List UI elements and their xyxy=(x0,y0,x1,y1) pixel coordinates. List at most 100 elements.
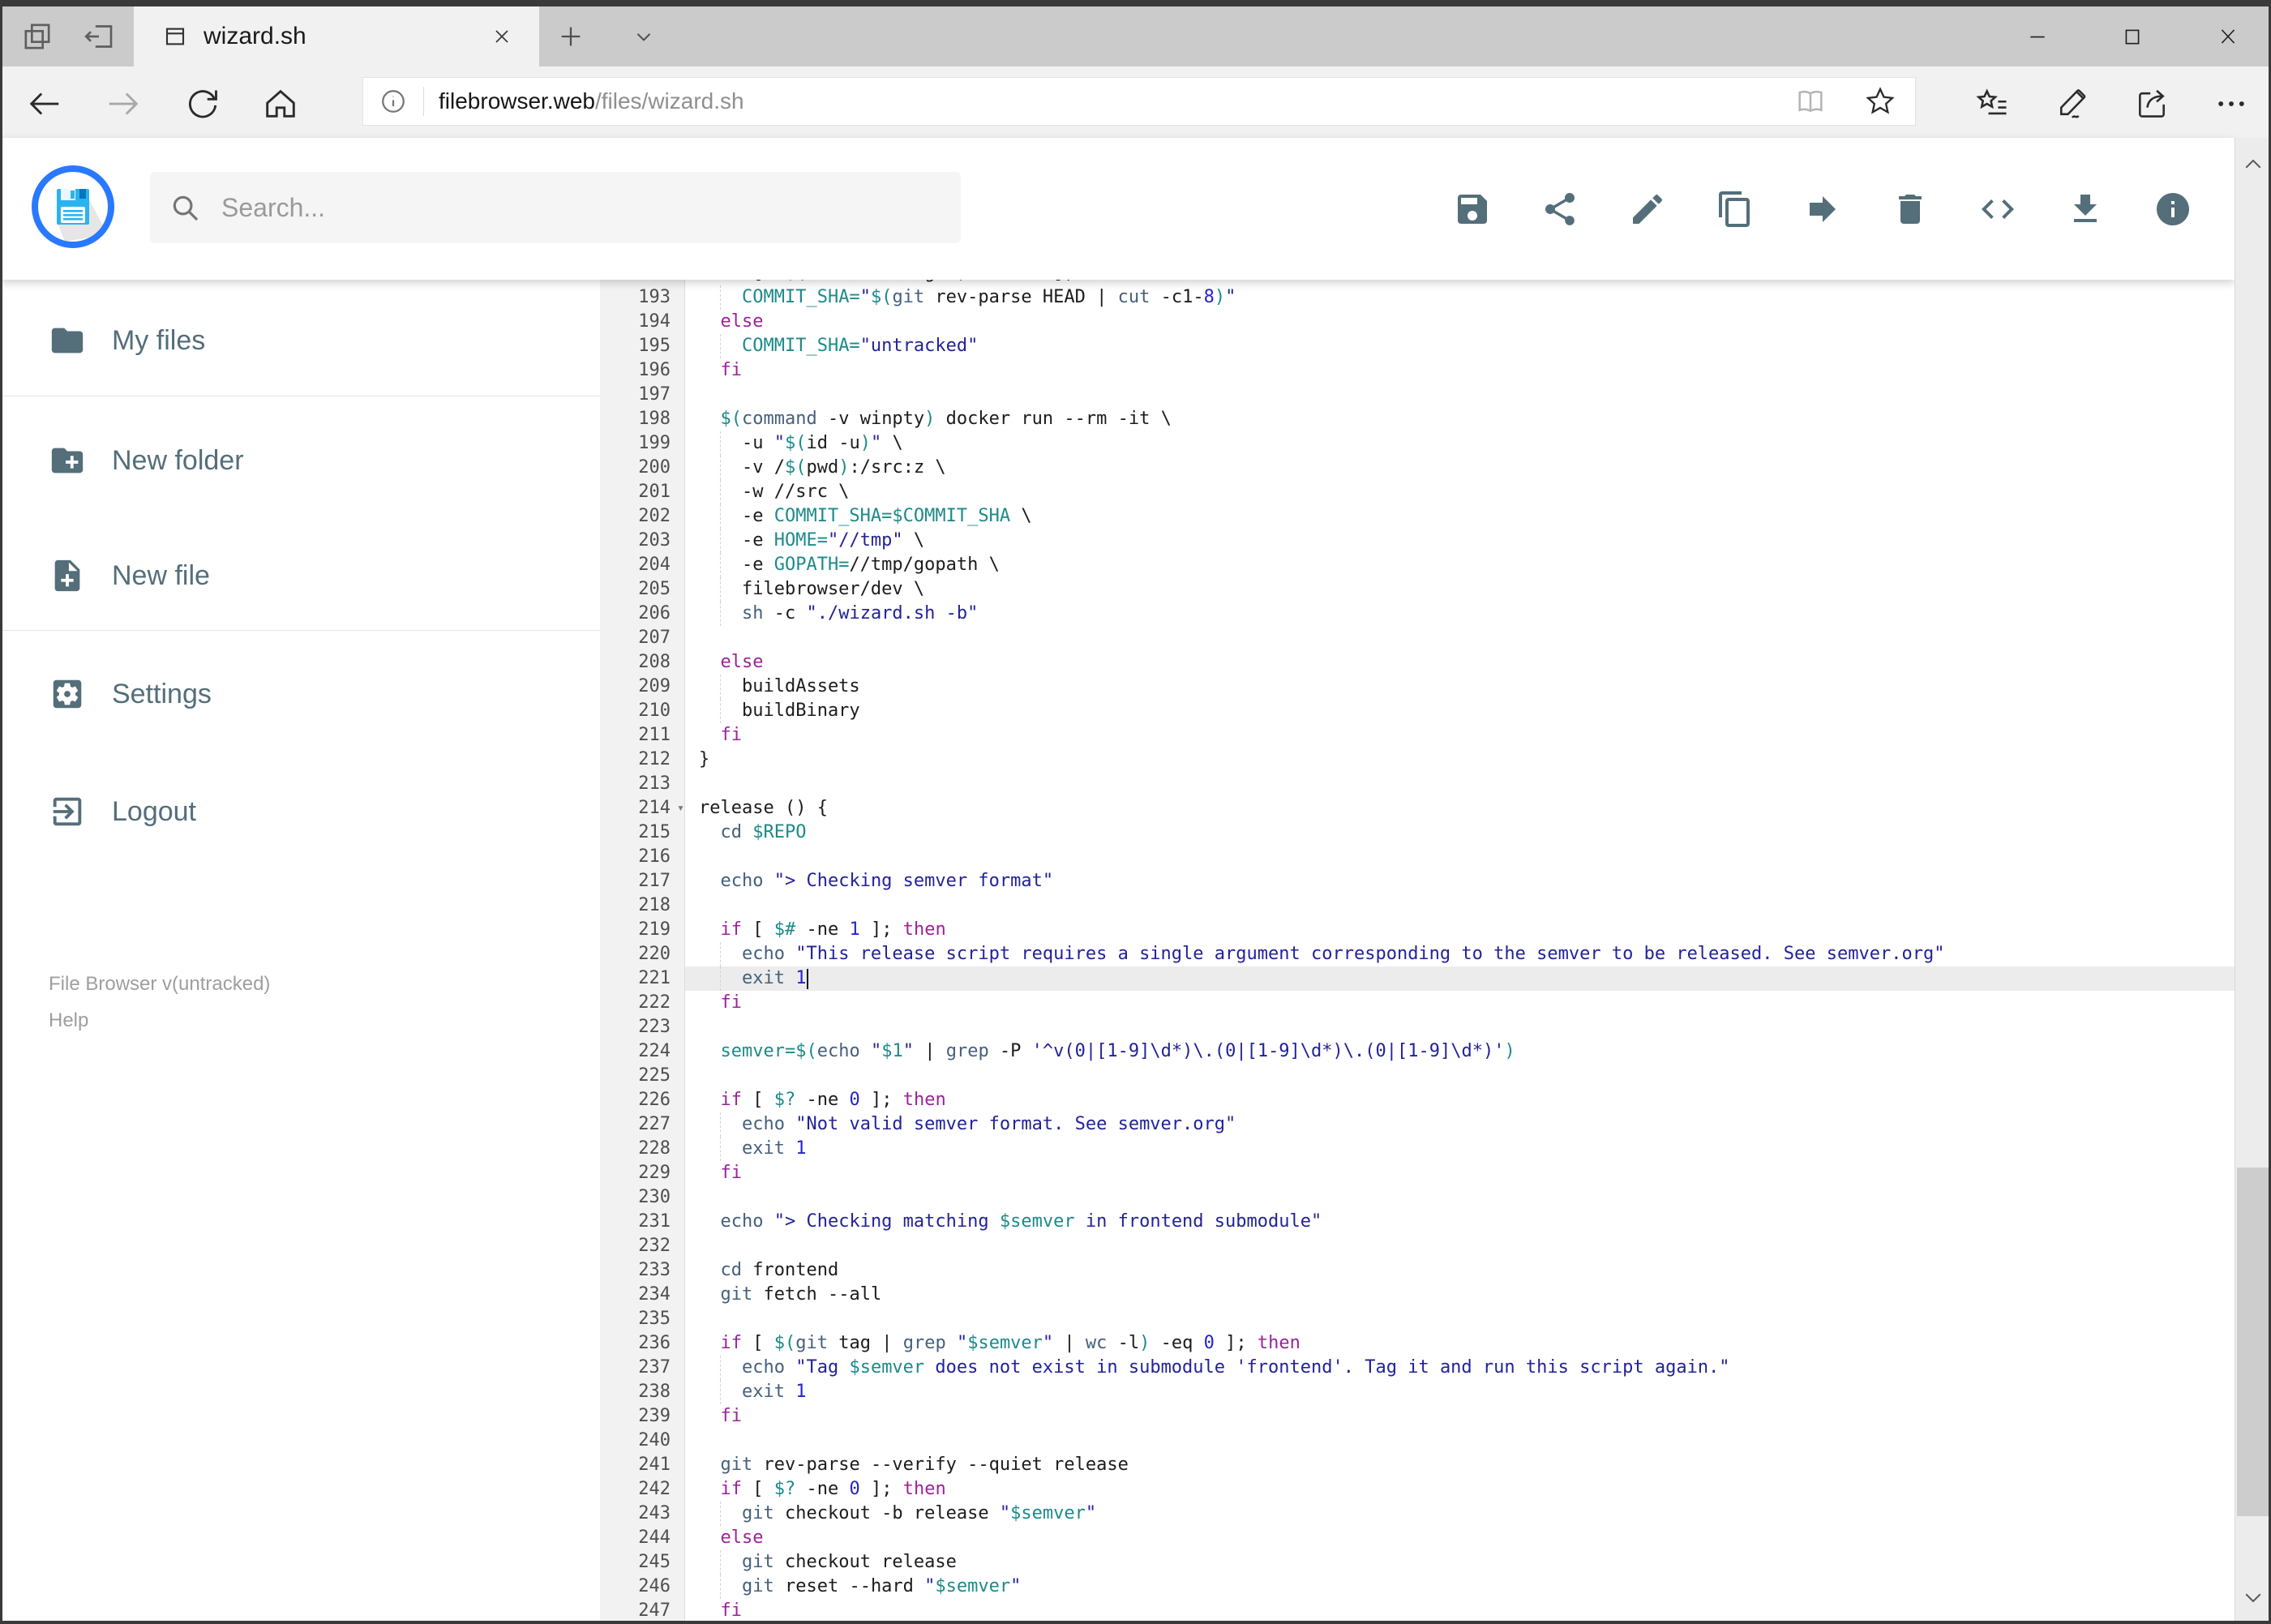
url-box[interactable]: filebrowser.web/files/wizard.sh xyxy=(362,77,1916,126)
new-tab-button[interactable] xyxy=(550,15,592,58)
code-line-text[interactable]: fi xyxy=(685,723,2235,748)
fold-marker-icon[interactable]: ▾ xyxy=(677,795,684,820)
code-line-text[interactable]: fi xyxy=(685,358,2235,383)
code-line-text[interactable] xyxy=(685,1234,2235,1258)
code-line-text[interactable]: $(command -v winpty) docker run --rm -it… xyxy=(685,407,2235,431)
code-line-text[interactable]: if [ "$(command -v git)" != "" ]; then xyxy=(685,280,2235,285)
forward-button[interactable] xyxy=(101,81,146,126)
more-menu-button[interactable] xyxy=(2209,81,2254,126)
move-button[interactable] xyxy=(1803,190,1842,229)
code-line-text[interactable]: -e COMMIT_SHA=$COMMIT_SHA \ xyxy=(685,504,2235,529)
code-line-text[interactable]: echo "> Checking matching $semver in fro… xyxy=(685,1210,2235,1234)
sidebar-item-settings[interactable]: Settings xyxy=(0,659,600,729)
search-input[interactable] xyxy=(221,192,919,223)
code-line-text[interactable]: echo "This release script requires a sin… xyxy=(685,942,2235,966)
code-line-text[interactable]: -e HOME="//tmp" \ xyxy=(685,529,2235,553)
code-line-text[interactable]: fi xyxy=(685,1161,2235,1185)
code-line-text[interactable] xyxy=(685,845,2235,869)
code-line-text[interactable]: -w //src \ xyxy=(685,480,2235,504)
sidebar-item-new-file[interactable]: New file xyxy=(0,541,600,611)
code-line-text[interactable]: cd $REPO xyxy=(685,821,2235,845)
code-line-text[interactable]: if [ $? -ne 0 ]; then xyxy=(685,1477,2235,1502)
code-line-text[interactable] xyxy=(685,1064,2235,1088)
vertical-scrollbar[interactable] xyxy=(2235,138,2271,1624)
back-button[interactable] xyxy=(22,81,67,126)
code-editor[interactable]: 192 if [ "$(command -v git)" != "" ]; th… xyxy=(600,280,2235,1624)
code-line-text[interactable] xyxy=(685,383,2235,407)
code-line-text[interactable]: if [ $(git tag | grep "$semver" | wc -l)… xyxy=(685,1331,2235,1356)
code-line-text[interactable]: buildBinary xyxy=(685,699,2235,723)
copy-button[interactable] xyxy=(1716,190,1755,229)
app-logo[interactable] xyxy=(31,165,115,249)
file-share-button[interactable] xyxy=(1540,190,1579,229)
tab-close-button[interactable] xyxy=(486,20,518,53)
code-line-text[interactable] xyxy=(685,893,2235,918)
code-line-text[interactable]: git checkout release xyxy=(685,1550,2235,1575)
code-line-text[interactable]: else xyxy=(685,650,2235,675)
sidebar-item-new-folder[interactable]: New folder xyxy=(0,426,600,495)
minimize-button[interactable] xyxy=(2013,18,2062,55)
code-line-text[interactable]: -e GOPATH=//tmp/gopath \ xyxy=(685,553,2235,577)
close-window-button[interactable] xyxy=(2204,18,2252,55)
code-line-text[interactable]: git fetch --all xyxy=(685,1283,2235,1307)
help-link[interactable]: Help xyxy=(49,1009,88,1031)
code-line-text[interactable]: git checkout -b release "$semver" xyxy=(685,1502,2235,1526)
code-line-text[interactable]: sh -c "./wizard.sh -b" xyxy=(685,602,2235,626)
sidebar-item-my-files[interactable]: My files xyxy=(0,306,600,375)
share-button[interactable] xyxy=(2129,81,2175,126)
code-line-text[interactable]: COMMIT_SHA="$(git rev-parse HEAD | cut -… xyxy=(685,285,2235,310)
save-button[interactable] xyxy=(1453,190,1492,229)
tab-wizard-sh[interactable]: wizard.sh xyxy=(134,6,539,66)
code-line-text[interactable]: cd frontend xyxy=(685,1258,2235,1283)
code-line-text[interactable] xyxy=(685,1015,2235,1039)
home-button[interactable] xyxy=(258,81,303,126)
scrollbar-thumb[interactable] xyxy=(2237,1168,2269,1516)
rename-button[interactable] xyxy=(1628,190,1667,229)
code-line-text[interactable]: echo "Not valid semver format. See semve… xyxy=(685,1112,2235,1137)
code-line-text[interactable]: -u "$(id -u)" \ xyxy=(685,431,2235,456)
tab-list-button[interactable] xyxy=(623,15,665,58)
code-line-text[interactable]: } xyxy=(685,748,2235,772)
code-line-text[interactable]: echo "Tag $semver does not exist in subm… xyxy=(685,1356,2235,1380)
maximize-button[interactable] xyxy=(2108,18,2157,55)
code-line-text[interactable]: exit 1 xyxy=(685,1137,2235,1161)
site-info-icon[interactable] xyxy=(363,87,423,116)
code-line-text[interactable]: fi xyxy=(685,1599,2235,1623)
download-button[interactable] xyxy=(2066,190,2105,229)
add-favorite-button[interactable] xyxy=(1845,85,1915,118)
view-source-button[interactable] xyxy=(1978,190,2017,229)
code-line-text[interactable]: semver=$(echo "$1" | grep -P '^v(0|[1-9]… xyxy=(685,1039,2235,1064)
web-note-button[interactable] xyxy=(2050,81,2095,126)
scroll-up-button[interactable] xyxy=(2235,144,2271,185)
code-line-text[interactable] xyxy=(685,772,2235,796)
code-line-text[interactable] xyxy=(685,626,2235,650)
code-line-text[interactable]: exit 1 xyxy=(685,1380,2235,1404)
tab-preview-button[interactable] xyxy=(16,15,58,58)
code-line-text[interactable]: release () { xyxy=(685,796,2235,821)
code-line-text[interactable] xyxy=(685,1307,2235,1331)
delete-button[interactable] xyxy=(1891,190,1930,229)
code-line-text[interactable]: fi xyxy=(685,1404,2235,1429)
code-line-text[interactable]: else xyxy=(685,1526,2235,1550)
code-line-text[interactable]: -v /$(pwd):/src:z \ xyxy=(685,456,2235,480)
code-line-text[interactable]: COMMIT_SHA="untracked" xyxy=(685,334,2235,358)
scroll-down-button[interactable] xyxy=(2235,1577,2271,1618)
code-line-text[interactable]: buildAssets xyxy=(685,675,2235,699)
code-line-text[interactable]: fi xyxy=(685,991,2235,1015)
reading-view-button[interactable] xyxy=(1776,85,1845,118)
code-line-text[interactable]: else xyxy=(685,310,2235,334)
code-line-text[interactable] xyxy=(685,1185,2235,1210)
refresh-button[interactable] xyxy=(180,81,225,126)
code-line-text[interactable]: filebrowser/dev \ xyxy=(685,577,2235,602)
code-line-text[interactable]: echo "> Checking semver format" xyxy=(685,869,2235,893)
code-line-text[interactable] xyxy=(685,1429,2235,1453)
favorites-hub-button[interactable] xyxy=(1970,81,2016,126)
code-line-text[interactable]: if [ $? -ne 0 ]; then xyxy=(685,1088,2235,1112)
set-tabs-aside-button[interactable] xyxy=(78,15,120,58)
sidebar-item-logout[interactable]: Logout xyxy=(0,777,600,846)
code-line-text[interactable]: if [ $# -ne 1 ]; then xyxy=(685,918,2235,942)
code-line-text[interactable]: git rev-parse --verify --quiet release xyxy=(685,1453,2235,1477)
info-button[interactable] xyxy=(2153,190,2192,229)
code-line-text[interactable]: git reset --hard "$semver" xyxy=(685,1575,2235,1599)
code-line-text[interactable]: exit 1 xyxy=(685,966,2235,991)
